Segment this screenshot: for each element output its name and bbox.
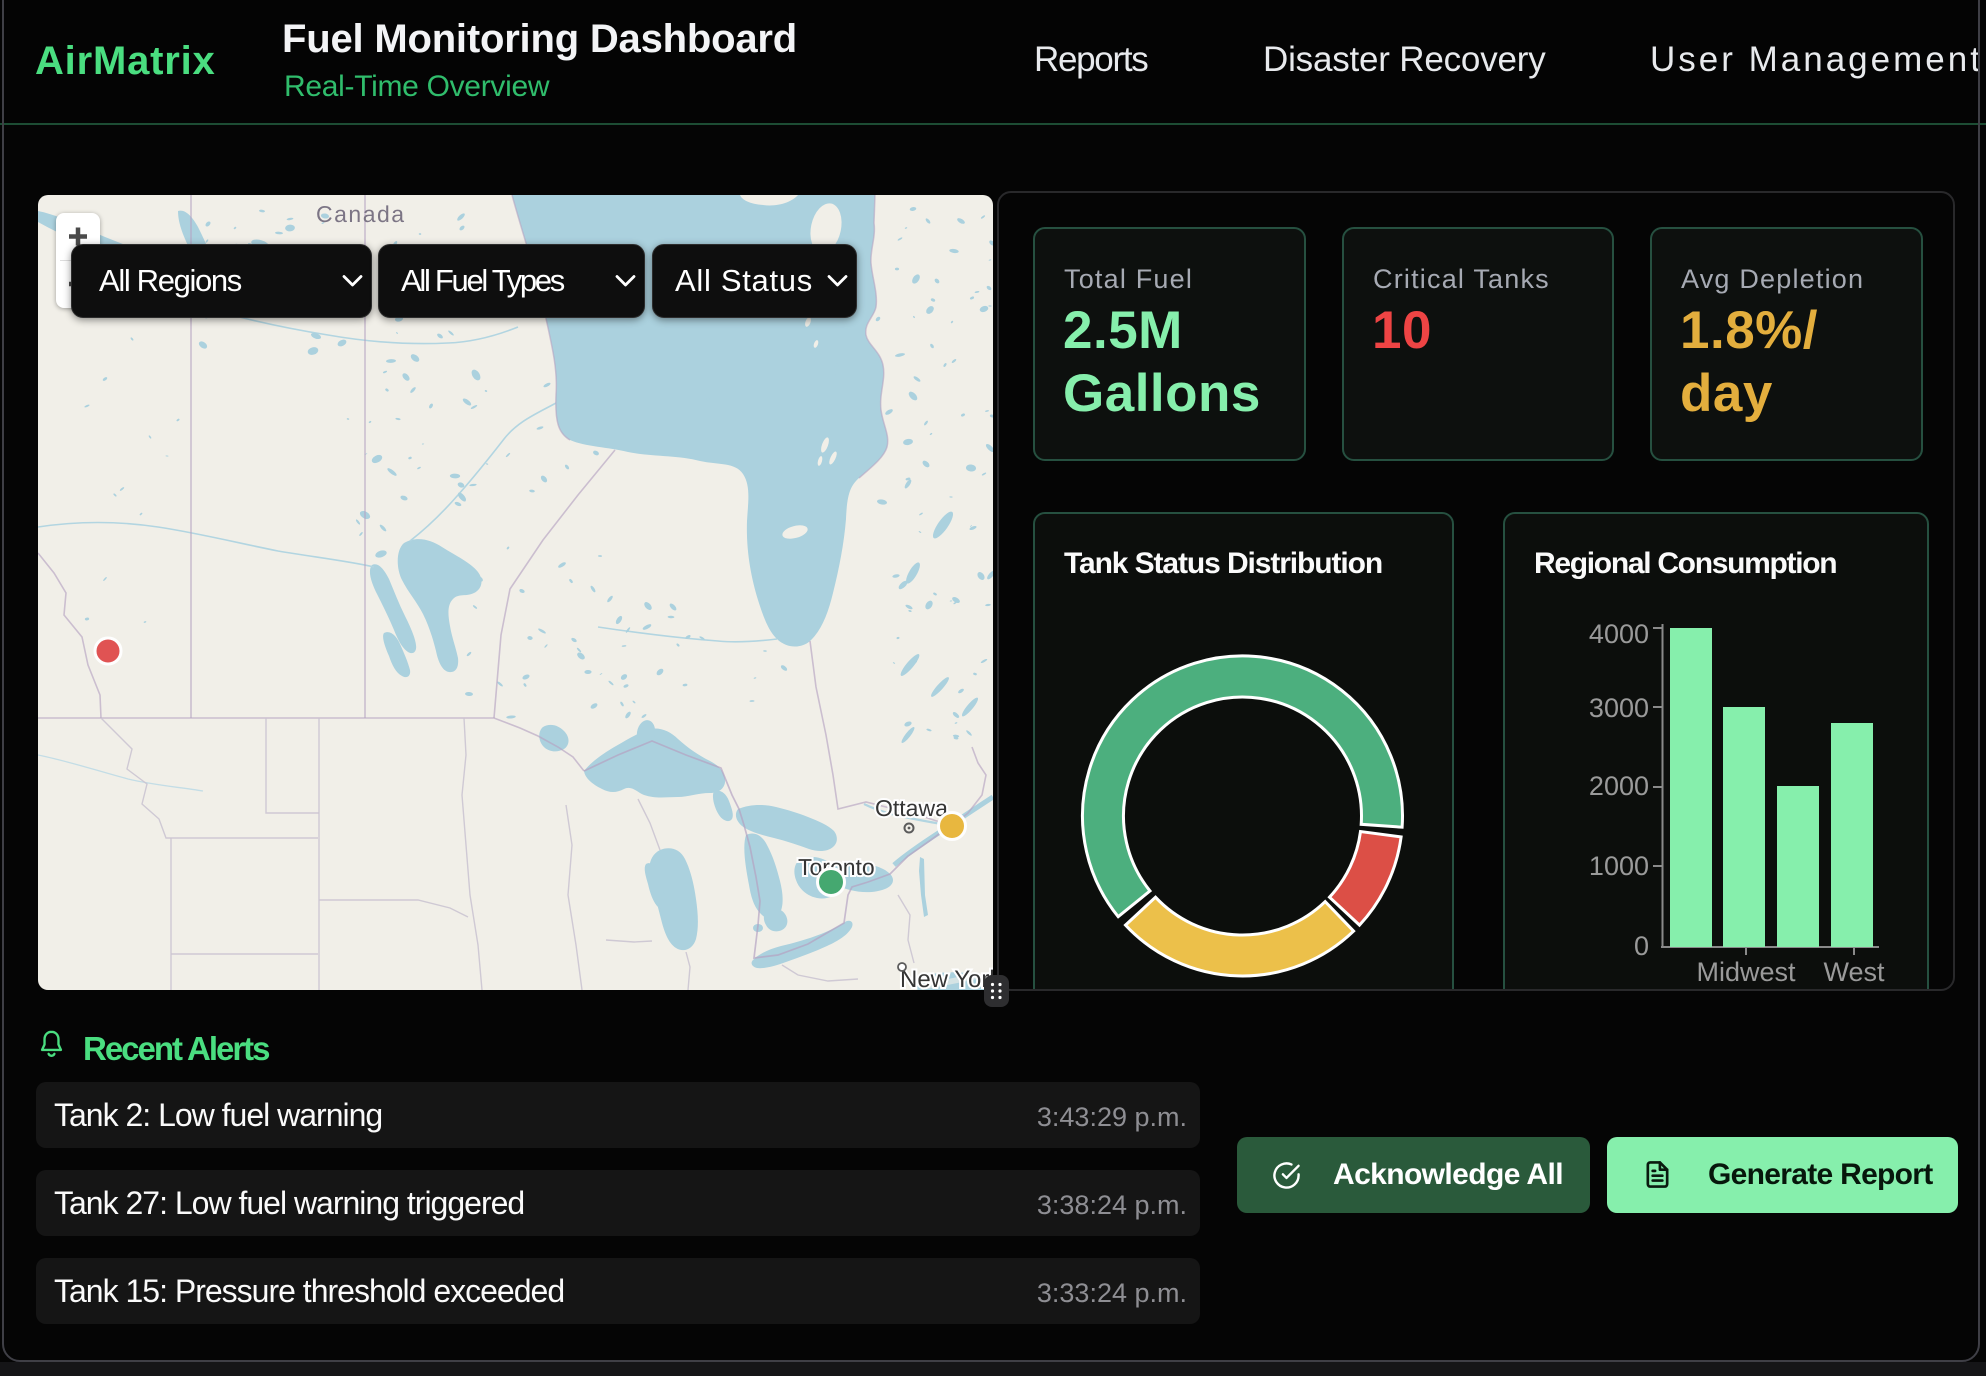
svg-text:0: 0 (1634, 931, 1649, 961)
svg-text:West: West (1823, 957, 1885, 987)
svg-text:1000: 1000 (1589, 851, 1649, 881)
svg-text:2000: 2000 (1589, 771, 1649, 801)
svg-text:New York: New York (900, 966, 993, 990)
svg-text:Ottawa: Ottawa (875, 795, 948, 821)
svg-text:4000: 4000 (1589, 619, 1649, 649)
svg-text:3000: 3000 (1589, 693, 1649, 723)
svg-text:Canada: Canada (316, 201, 406, 227)
svg-text:Midwest: Midwest (1696, 957, 1796, 987)
